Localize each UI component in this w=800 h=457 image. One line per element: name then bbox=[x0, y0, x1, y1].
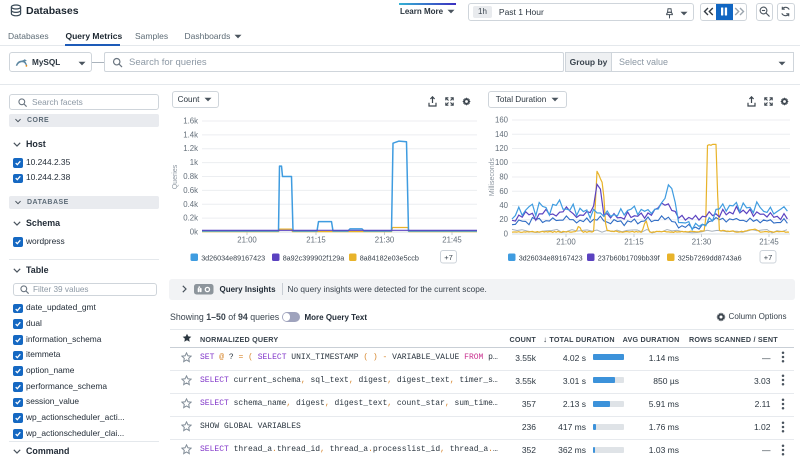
svg-text:0.6k: 0.6k bbox=[183, 186, 198, 195]
svg-text:1k: 1k bbox=[190, 158, 198, 167]
svg-text:0.2k: 0.2k bbox=[183, 214, 198, 223]
svg-text:3d26034e89167423: 3d26034e89167423 bbox=[201, 253, 265, 262]
svg-text:+7: +7 bbox=[444, 253, 453, 262]
svg-text:21:15: 21:15 bbox=[306, 236, 326, 245]
svg-text:100: 100 bbox=[495, 158, 509, 167]
svg-text:160: 160 bbox=[495, 116, 509, 125]
svg-text:40: 40 bbox=[499, 201, 508, 210]
svg-text:8a84182e03e5ccb: 8a84182e03e5ccb bbox=[360, 253, 419, 262]
svg-text:1.6k: 1.6k bbox=[183, 117, 198, 126]
svg-text:Queries: Queries bbox=[172, 164, 179, 189]
svg-text:21:45: 21:45 bbox=[442, 236, 462, 245]
svg-text:325b7269dd8743a6: 325b7269dd8743a6 bbox=[678, 253, 742, 262]
svg-text:0k: 0k bbox=[190, 228, 198, 237]
svg-text:80: 80 bbox=[499, 173, 508, 182]
svg-text:21:30: 21:30 bbox=[692, 238, 712, 247]
svg-text:+7: +7 bbox=[764, 253, 773, 262]
svg-text:21:30: 21:30 bbox=[375, 236, 395, 245]
svg-text:8a92c399902f129a: 8a92c399902f129a bbox=[283, 253, 345, 262]
svg-text:0.4k: 0.4k bbox=[183, 200, 198, 209]
svg-text:3d26034e89167423: 3d26034e89167423 bbox=[519, 253, 583, 262]
svg-text:237b60b1709bb39f: 237b60b1709bb39f bbox=[598, 253, 660, 262]
svg-text:21:15: 21:15 bbox=[624, 238, 644, 247]
svg-text:21:45: 21:45 bbox=[759, 238, 779, 247]
svg-text:21:00: 21:00 bbox=[237, 236, 257, 245]
svg-text:140: 140 bbox=[495, 130, 509, 139]
svg-text:Milliseconds: Milliseconds bbox=[489, 157, 496, 196]
svg-text:60: 60 bbox=[499, 187, 508, 196]
svg-text:21:00: 21:00 bbox=[556, 238, 576, 247]
svg-text:1.2k: 1.2k bbox=[183, 144, 198, 153]
svg-text:0.8k: 0.8k bbox=[183, 172, 198, 181]
svg-text:0: 0 bbox=[504, 230, 509, 239]
svg-text:120: 120 bbox=[495, 144, 509, 153]
svg-text:20: 20 bbox=[499, 215, 508, 224]
svg-text:1.4k: 1.4k bbox=[183, 130, 198, 139]
